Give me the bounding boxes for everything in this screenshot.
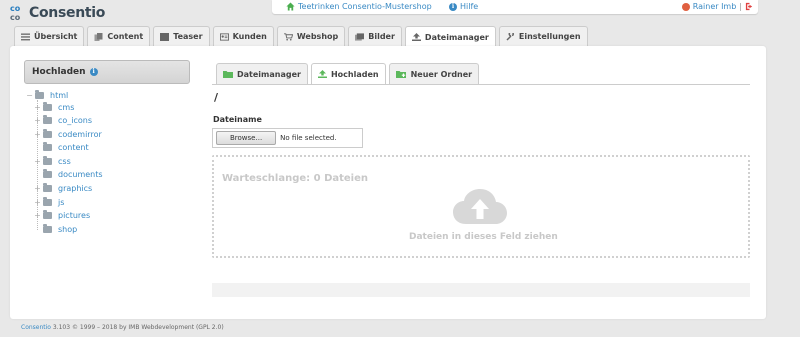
tab-uebersicht[interactable]: Übersicht	[14, 26, 85, 46]
folder-icon	[43, 114, 52, 124]
no-file-text: No file selected.	[280, 134, 337, 142]
logo[interactable]: co co Consentio	[10, 3, 105, 23]
help-link[interactable]: i Hilfe	[449, 2, 478, 11]
tab-webshop[interactable]: Webshop	[276, 26, 346, 46]
folder-icon	[223, 71, 233, 78]
tree-node[interactable]: + js	[34, 196, 64, 208]
expand-icon[interactable]: +	[34, 198, 41, 206]
upload-panel-header: Hochladen i	[24, 60, 190, 84]
tree-node[interactable]: shop	[34, 223, 77, 235]
tab-label: Einstellungen	[518, 32, 581, 41]
expand-icon[interactable]: +	[34, 184, 41, 192]
logo-mark-top: co	[10, 3, 21, 13]
tab-dateimanager[interactable]: Dateimanager	[404, 26, 496, 47]
tab-label: Webshop	[296, 32, 339, 41]
main-tabs: Übersicht Content Teaser Kunden Webshop …	[14, 26, 588, 47]
tree-node[interactable]: + pictures	[34, 209, 90, 221]
tab-label: Übersicht	[34, 32, 78, 41]
footer: Consentio 3.103 © 1999 – 2018 by IMB Web…	[21, 324, 224, 331]
tabs-underline	[212, 84, 750, 85]
user-name: Rainer Imb	[692, 2, 737, 11]
tab-label: Dateimanager	[237, 69, 301, 79]
tree-node-html[interactable]: − html	[26, 89, 68, 101]
tab-label: Content	[107, 32, 144, 41]
expand-icon[interactable]: +	[34, 211, 41, 219]
tab-hochladen[interactable]: Hochladen	[310, 63, 386, 84]
expand-icon[interactable]: +	[34, 130, 41, 138]
info-icon[interactable]: i	[89, 68, 98, 76]
footer-text: 3.103 © 1999 – 2018 by IMB Webdevelopmen…	[50, 324, 224, 331]
tab-bilder[interactable]: Bilder	[348, 26, 402, 46]
folder-icon	[43, 196, 52, 206]
tab-label: Bilder	[368, 32, 395, 41]
folder-icon	[43, 141, 52, 151]
cart-icon	[283, 32, 293, 41]
wrench-icon	[506, 32, 514, 41]
folder-icon	[43, 223, 52, 233]
upload-icon	[317, 70, 327, 78]
tab-neuer-ordner[interactable]: Neuer Ordner	[388, 63, 480, 84]
filename-label: Dateiname	[213, 115, 262, 124]
folder-icon	[43, 101, 52, 111]
tree-node[interactable]: + css	[34, 155, 71, 167]
tree-node[interactable]: + graphics	[34, 182, 92, 194]
shop-link[interactable]: Teetrinken Consentio-Mustershop	[286, 2, 432, 11]
logo-mark: co co	[10, 3, 28, 22]
teaser-icon	[160, 32, 170, 41]
tab-teaser[interactable]: Teaser	[153, 26, 210, 46]
shop-link-label: Teetrinken Consentio-Mustershop	[298, 2, 432, 11]
new-folder-icon	[395, 71, 406, 78]
expand-icon[interactable]: +	[34, 103, 41, 111]
document-icon	[94, 32, 103, 41]
tree-node[interactable]: content	[34, 141, 89, 153]
tree-node[interactable]: + co_icons	[34, 114, 92, 126]
tab-label: Dateimanager	[424, 32, 489, 42]
cloud-upload-icon	[453, 189, 507, 224]
tree-node[interactable]: + codemirror	[34, 128, 102, 140]
home-icon	[286, 2, 295, 11]
tab-dateimanager-sub[interactable]: Dateimanager	[216, 63, 308, 84]
logo-text: Consentio	[29, 5, 106, 21]
top-header-bar: Teetrinken Consentio-Mustershop i Hilfe …	[272, 0, 758, 14]
collapse-icon[interactable]: −	[26, 91, 33, 99]
file-input[interactable]: Browse... No file selected.	[212, 128, 363, 148]
tab-label: Hochladen	[330, 69, 379, 79]
file-manager-tabs: Dateimanager Hochladen Neuer Ordner	[216, 63, 480, 84]
contact-card-icon	[219, 32, 229, 41]
separator: |	[739, 2, 742, 11]
upload-icon	[411, 33, 421, 41]
folder-icon	[43, 182, 52, 192]
tree-node[interactable]: + cms	[34, 101, 74, 113]
folder-icon	[35, 89, 44, 99]
footer-brand-link[interactable]: Consentio	[21, 324, 51, 331]
tree-node[interactable]: documents	[34, 168, 103, 180]
user-menu[interactable]: Rainer Imb |	[681, 2, 754, 11]
folder-icon	[43, 168, 52, 178]
logout-icon[interactable]	[745, 2, 754, 11]
tab-label: Teaser	[173, 32, 203, 41]
list-icon	[21, 33, 30, 40]
current-path: /	[214, 91, 219, 104]
drop-hint: Dateien in dieses Feld ziehen	[409, 232, 558, 242]
tab-label: Kunden	[232, 32, 267, 41]
logo-mark-bottom: co	[10, 12, 21, 22]
browse-button[interactable]: Browse...	[216, 131, 277, 145]
tab-einstellungen[interactable]: Einstellungen	[498, 26, 588, 46]
info-icon: i	[449, 2, 457, 11]
tab-content[interactable]: Content	[87, 26, 151, 46]
images-icon	[355, 32, 365, 41]
folder-icon	[43, 128, 52, 138]
expand-icon[interactable]: +	[34, 116, 41, 124]
user-icon	[681, 2, 690, 11]
tab-kunden[interactable]: Kunden	[212, 26, 274, 46]
upload-queue-status: Warteschlange: 0 Dateien	[222, 173, 369, 184]
help-link-label: Hilfe	[460, 2, 479, 11]
upload-panel-title: Hochladen	[32, 67, 86, 77]
folder-icon	[43, 155, 52, 165]
expand-icon[interactable]: +	[34, 157, 41, 165]
folder-icon	[43, 209, 52, 219]
tab-label: Neuer Ordner	[410, 69, 473, 79]
upload-progress-bar	[212, 283, 750, 297]
